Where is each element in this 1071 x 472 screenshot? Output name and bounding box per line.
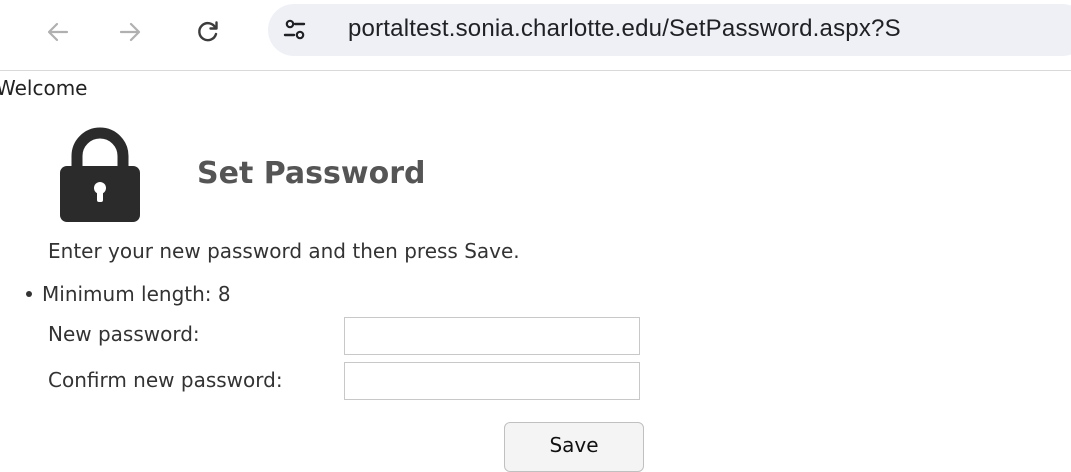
url-text[interactable]: portaltest.sonia.charlotte.edu/SetPasswo… — [348, 15, 901, 43]
reload-button[interactable] — [188, 12, 228, 52]
bullet-icon — [26, 291, 32, 297]
instruction-text: Enter your new password and then press S… — [48, 239, 520, 263]
confirm-password-field[interactable] — [344, 362, 640, 400]
address-bar[interactable]: portaltest.sonia.charlotte.edu/SetPasswo… — [268, 4, 1071, 56]
password-rules-list: Minimum length: 8 — [26, 282, 231, 306]
rule-text: Minimum length: 8 — [42, 282, 231, 306]
site-info-button[interactable] — [280, 16, 310, 44]
arrow-left-icon — [47, 22, 69, 42]
page-title: Set Password — [197, 156, 426, 191]
browser-toolbar: portaltest.sonia.charlotte.edu/SetPasswo… — [0, 0, 1071, 62]
new-password-field[interactable] — [344, 317, 640, 355]
save-button[interactable]: Save — [504, 422, 644, 472]
lock-icon — [60, 127, 140, 222]
back-button[interactable] — [38, 12, 78, 52]
list-item: Minimum length: 8 — [26, 282, 231, 306]
confirm-password-label: Confirm new password: — [48, 368, 283, 392]
tune-icon — [283, 19, 306, 40]
page-divider — [0, 70, 1071, 71]
welcome-text: Welcome — [0, 76, 88, 100]
new-password-label: New password: — [48, 322, 200, 346]
arrow-right-icon — [119, 22, 141, 42]
reload-icon — [198, 21, 218, 42]
forward-button[interactable] — [110, 12, 150, 52]
